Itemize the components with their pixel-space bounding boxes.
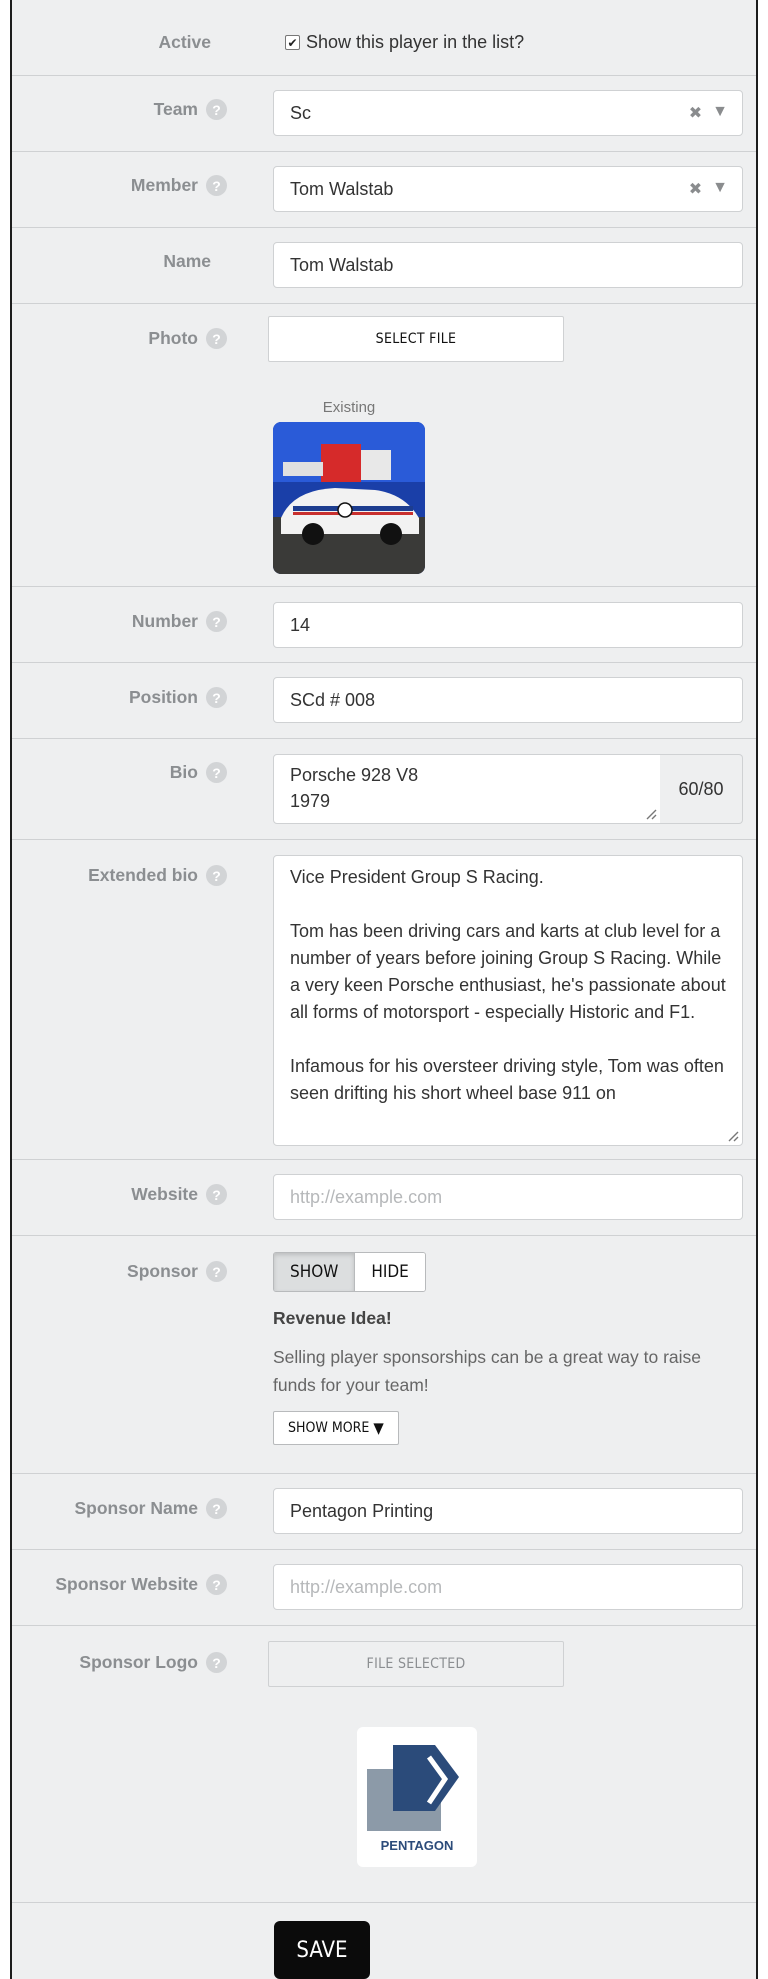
bio-char-counter: 60/80	[660, 754, 743, 824]
existing-caption: Existing	[322, 399, 376, 416]
row-team: Team? Sc ✖ ▼	[12, 76, 756, 152]
sponsor-hide-button[interactable]: HIDE	[355, 1253, 425, 1291]
extended-bio-label: Extended bio?	[88, 865, 227, 886]
row-photo: Photo? SELECT FILE Existing	[12, 304, 756, 587]
sponsor-logo-image: PENTAGON	[357, 1727, 477, 1867]
extended-bio-paragraph: Infamous for his oversteer driving style…	[290, 1056, 724, 1103]
sponsor-toggle[interactable]: SHOW HIDE	[273, 1252, 426, 1292]
sponsor-logo-label: Sponsor Logo?	[79, 1652, 227, 1673]
clear-icon[interactable]: ✖	[689, 103, 702, 123]
caret-down-icon: ▼	[373, 1419, 384, 1437]
active-label: Active	[158, 32, 211, 52]
sponsor-name-label: Sponsor Name?	[75, 1498, 227, 1519]
member-label: Member?	[131, 175, 227, 196]
help-icon[interactable]: ?	[206, 1184, 227, 1205]
clear-icon[interactable]: ✖	[689, 179, 702, 199]
extended-bio-textarea[interactable]: Vice President Group S Racing. Tom has b…	[273, 855, 743, 1146]
sponsor-website-placeholder: http://example.com	[290, 1576, 443, 1597]
help-icon[interactable]: ?	[206, 1498, 227, 1519]
row-active: Active ✔ Show this player in the list?	[12, 0, 756, 76]
chevron-down-icon[interactable]: ▼	[712, 103, 728, 123]
website-label: Website?	[131, 1184, 227, 1205]
row-sponsor-website: Sponsor Website? http://example.com	[12, 1550, 756, 1626]
active-checkbox[interactable]: ✔ Show this player in the list?	[285, 32, 524, 53]
bio-line: Porsche 928 V8	[290, 765, 419, 785]
help-icon[interactable]: ?	[206, 1261, 227, 1282]
help-icon[interactable]: ?	[206, 328, 227, 349]
help-icon[interactable]: ?	[206, 611, 227, 632]
active-checkbox-label: Show this player in the list?	[306, 32, 525, 52]
select-file-button[interactable]: SELECT FILE	[268, 316, 564, 362]
team-label: Team?	[154, 99, 227, 120]
save-button[interactable]: SAVE	[274, 1921, 370, 1979]
number-label: Number?	[132, 611, 227, 632]
position-label: Position?	[129, 687, 227, 708]
help-icon[interactable]: ?	[206, 1574, 227, 1595]
show-more-button[interactable]: SHOW MORE ▼	[273, 1411, 399, 1445]
bio-label: Bio?	[170, 762, 227, 783]
row-extended-bio: Extended bio? Vice President Group S Rac…	[12, 840, 756, 1160]
row-bio: Bio? Porsche 928 V8 1979 60/80	[12, 739, 756, 840]
team-select-value: Sc	[290, 102, 312, 123]
row-number: Number? 14	[12, 587, 756, 663]
help-icon[interactable]: ?	[206, 175, 227, 196]
website-input[interactable]: http://example.com	[273, 1174, 743, 1220]
help-icon[interactable]: ?	[206, 99, 227, 120]
bio-line: 1979	[290, 791, 331, 811]
pentagon-logo-text: PENTAGON	[381, 1838, 454, 1853]
member-select-value: Tom Walstab	[290, 178, 394, 199]
website-placeholder: http://example.com	[290, 1186, 443, 1207]
help-icon[interactable]: ?	[206, 762, 227, 783]
name-input[interactable]: Tom Walstab	[273, 242, 743, 288]
help-icon[interactable]: ?	[206, 865, 227, 886]
revenue-idea-title: Revenue Idea!	[273, 1308, 392, 1328]
row-member: Member? Tom Walstab ✖ ▼	[12, 152, 756, 228]
photo-label: Photo?	[148, 328, 227, 349]
file-selected-button[interactable]: FILE SELECTED	[268, 1641, 564, 1687]
row-sponsor-logo: Sponsor Logo? FILE SELECTED PENTAGON	[12, 1626, 756, 1903]
team-select[interactable]: Sc ✖ ▼	[273, 90, 743, 136]
row-website: Website? http://example.com	[12, 1160, 756, 1236]
position-input-value: SCd # 008	[290, 689, 376, 710]
sponsor-name-value: Pentagon Printing	[290, 1500, 434, 1521]
sponsor-show-button[interactable]: SHOW	[274, 1253, 356, 1291]
row-name: Name Tom Walstab	[12, 228, 756, 304]
revenue-idea-text: Selling player sponsorships can be a gre…	[273, 1347, 702, 1395]
bio-textarea[interactable]: Porsche 928 V8 1979	[273, 754, 661, 824]
number-input-value: 14	[290, 614, 311, 635]
sponsor-name-input[interactable]: Pentagon Printing	[273, 1488, 743, 1534]
sponsor-website-input[interactable]: http://example.com	[273, 1564, 743, 1610]
help-icon[interactable]: ?	[206, 1652, 227, 1673]
row-position: Position? SCd # 008	[12, 663, 756, 739]
sponsor-website-label: Sponsor Website?	[55, 1574, 227, 1595]
row-sponsor: Sponsor? SHOW HIDE Revenue Idea! Selling…	[12, 1236, 756, 1474]
extended-bio-paragraph: Tom has been driving cars and karts at c…	[290, 921, 726, 1022]
name-label: Name	[163, 251, 211, 271]
resize-grip-icon[interactable]	[727, 1130, 739, 1142]
member-select[interactable]: Tom Walstab ✖ ▼	[273, 166, 743, 212]
number-input[interactable]: 14	[273, 602, 743, 648]
sponsor-label: Sponsor?	[127, 1261, 227, 1282]
player-form: Active ✔ Show this player in the list? T…	[10, 0, 758, 1979]
player-photo	[273, 422, 425, 574]
chevron-down-icon[interactable]: ▼	[712, 179, 728, 199]
position-input[interactable]: SCd # 008	[273, 677, 743, 723]
show-more-label: SHOW MORE	[288, 1420, 370, 1436]
row-sponsor-name: Sponsor Name? Pentagon Printing	[12, 1474, 756, 1550]
checkbox-icon[interactable]: ✔	[285, 35, 300, 50]
resize-grip-icon[interactable]	[645, 808, 657, 820]
help-icon[interactable]: ?	[206, 687, 227, 708]
name-input-value: Tom Walstab	[290, 254, 394, 275]
extended-bio-paragraph: Vice President Group S Racing.	[290, 867, 544, 887]
